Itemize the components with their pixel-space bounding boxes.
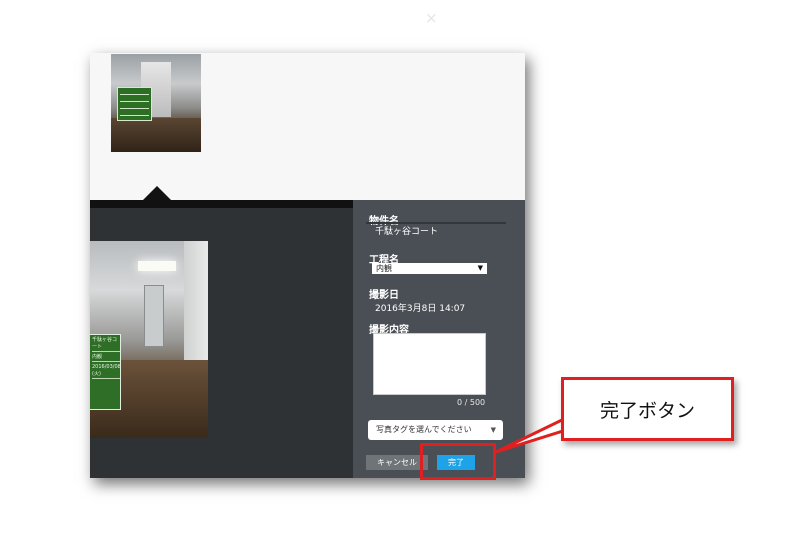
process-select[interactable]: 内観 ▼ — [372, 263, 487, 274]
callout-text: 完了ボタン — [599, 399, 695, 422]
ceiling-light — [138, 261, 176, 271]
editor-area: 千駄ヶ谷コート 内観 2016/03/08 (火) 物件名 千駄ヶ谷コート 工程… — [90, 200, 525, 478]
photo-blackboard: 千駄ヶ谷コート 内観 2016/03/08 (火) — [90, 334, 121, 410]
content-textarea[interactable] — [373, 333, 486, 395]
photo-info-panel: 物件名 千駄ヶ谷コート 工程名 内観 ▼ 撮影日 2016年3月8日 14:07… — [353, 200, 525, 478]
date-value: 2016年3月8日 14:07 — [375, 304, 466, 314]
close-icon[interactable]: × — [425, 11, 437, 25]
blackboard-row: 内観 — [92, 354, 120, 362]
photo-editor-frame: 千駄ヶ谷コート 内観 2016/03/08 (火) 物件名 千駄ヶ谷コート 工程… — [90, 53, 525, 478]
thumbnail-strip — [90, 53, 525, 200]
corridor-door — [144, 285, 164, 347]
thumbnail-floor — [111, 118, 201, 152]
done-button-callout: 完了ボタン — [561, 377, 734, 441]
thumbnail-blackboard — [117, 87, 152, 121]
done-button-highlight — [420, 443, 496, 480]
photo-tag-placeholder: 写真タグを選んでください — [376, 425, 472, 434]
blackboard-row: 2016/03/08 (火) — [92, 364, 121, 379]
chevron-down-icon: ▼ — [477, 264, 483, 272]
photo-preview: 千駄ヶ谷コート 内観 2016/03/08 (火) — [90, 241, 208, 438]
character-counter: 0 / 500 — [457, 398, 486, 407]
cancel-button[interactable]: キャンセル — [366, 455, 428, 470]
date-label: 撮影日 — [369, 290, 399, 301]
photo-tag-select[interactable]: 写真タグを選んでください ▼ — [368, 420, 503, 440]
chevron-down-icon: ▼ — [490, 426, 496, 434]
property-name-field: 千駄ヶ谷コート — [366, 222, 506, 239]
process-select-value: 内観 — [376, 264, 392, 273]
property-name-value: 千駄ヶ谷コート — [375, 227, 439, 237]
photo-thumbnail[interactable] — [111, 54, 201, 152]
blackboard-row: 千駄ヶ谷コート — [92, 337, 120, 352]
selected-pointer-icon — [143, 186, 171, 200]
